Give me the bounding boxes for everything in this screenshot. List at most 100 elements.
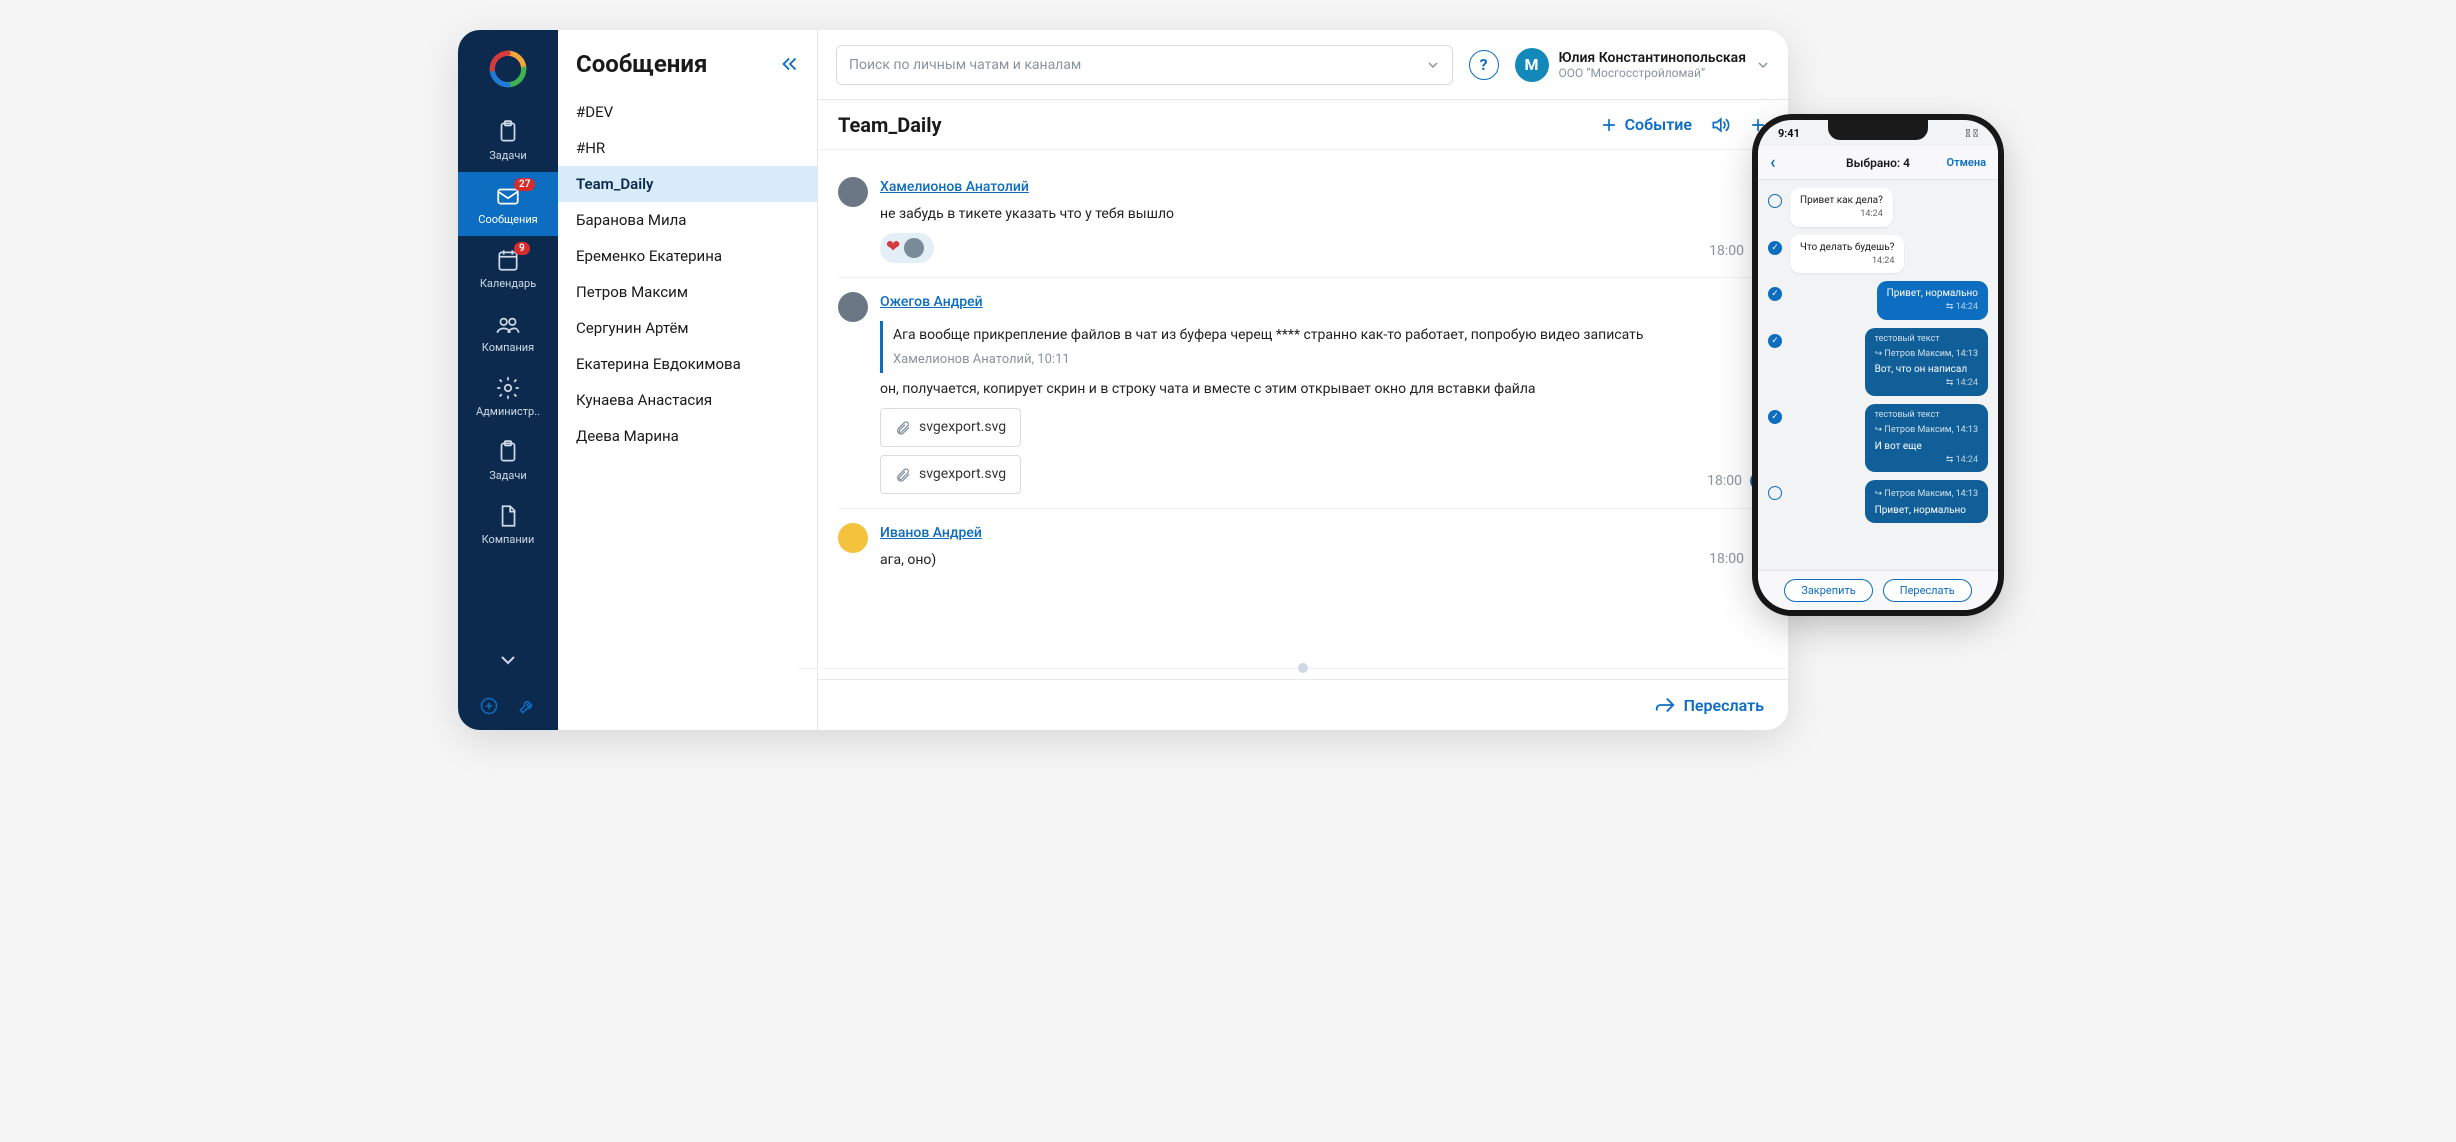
avatar: [838, 292, 868, 322]
phone-message-list: Привет как дела?14:24 Что делать будешь?1…: [1758, 180, 1998, 570]
nav-companies[interactable]: Компании: [458, 492, 558, 556]
people-icon: [495, 311, 521, 337]
search-input[interactable]: Поиск по личным чатам и каналам: [836, 45, 1453, 85]
quoted-message: Ага вообще прикрепление файлов в чат из …: [880, 321, 1695, 374]
select-toggle[interactable]: [1768, 410, 1782, 424]
phone-bubble[interactable]: Привет как дела?14:24: [1790, 188, 1893, 227]
message-list: Хамелионов Анатолий не забудь в тикете ук…: [818, 150, 1788, 658]
message-body: Ожегов Андрей Ага вообще прикрепление фай…: [880, 292, 1695, 495]
add-icon[interactable]: [479, 696, 499, 716]
phone-message-row: тестовый текст↪ Петров Максим, 14:13Вот,…: [1768, 328, 1988, 396]
nav-calendar[interactable]: 9 Календарь: [458, 236, 558, 300]
document-icon: [495, 503, 521, 529]
message-author[interactable]: Хамелионов Анатолий: [880, 179, 1029, 195]
nav-admin[interactable]: Администр..: [458, 364, 558, 428]
phone-message-row: тестовый текст↪ Петров Максим, 14:13И во…: [1768, 404, 1988, 472]
nav-label: Компании: [482, 533, 535, 546]
channel-item[interactable]: Team_Daily: [558, 166, 817, 202]
top-bar: Поиск по личным чатам и каналам ? М Юлия…: [818, 30, 1788, 100]
select-toggle[interactable]: [1768, 287, 1782, 301]
message-text: он, получается, копирует скрин и в строк…: [880, 379, 1695, 400]
chat-title: Team_Daily: [838, 113, 942, 137]
phone-preview: 9:41 􀙇 􀛨 ‹ Выбрано: 4 Отмена Привет как …: [1758, 120, 1998, 610]
message-text: не забудь в тикете указать что у тебя вы…: [880, 204, 1697, 225]
avatar: [838, 523, 868, 553]
attachment[interactable]: svgexport.svg: [880, 455, 1021, 494]
forward-label: Переслать: [1684, 696, 1764, 715]
phone-message-row: Что делать будешь?14:24: [1768, 235, 1988, 274]
chevron-double-left-icon: [779, 53, 801, 75]
channel-item[interactable]: Екатерина Евдокимова: [558, 346, 817, 382]
phone-bubble[interactable]: Привет, нормально⇆ 14:24: [1877, 281, 1988, 320]
channel-item[interactable]: #HR: [558, 130, 817, 166]
app-logo-icon: [487, 48, 529, 90]
user-org: ООО “Мосгосстройломай”: [1559, 66, 1746, 80]
select-toggle[interactable]: [1768, 334, 1782, 348]
nav-label: Компания: [482, 341, 534, 354]
clipboard-icon: [495, 119, 521, 145]
nav-tasks-2[interactable]: Задачи: [458, 428, 558, 492]
forward-button[interactable]: Переслать: [1883, 579, 1972, 602]
message-author[interactable]: Ожегов Андрей: [880, 294, 983, 310]
user-menu[interactable]: М Юлия Константинопольская ООО “Мосгосст…: [1515, 48, 1770, 82]
chevron-down-icon: [500, 655, 516, 665]
collapse-panel-button[interactable]: [779, 53, 801, 75]
help-button[interactable]: ?: [1469, 50, 1499, 80]
phone-message-row: Привет, нормально⇆ 14:24: [1768, 281, 1988, 320]
wrench-icon[interactable]: [517, 696, 537, 716]
phone-clock: 9:41: [1778, 127, 1800, 140]
main-panel: Поиск по личным чатам и каналам ? М Юлия…: [818, 30, 1788, 730]
phone-footer: Закрепить Переслать: [1758, 570, 1998, 610]
share-icon: [1654, 694, 1676, 716]
badge: 9: [514, 242, 530, 255]
event-label: Событие: [1625, 115, 1692, 134]
reaction-pill[interactable]: ❤: [880, 233, 934, 263]
message-author[interactable]: Иванов Андрей: [880, 525, 982, 541]
cancel-button[interactable]: Отмена: [1946, 156, 1986, 169]
message: Хамелионов Анатолий не забудь в тикете ук…: [838, 162, 1768, 277]
rail-expand-toggle[interactable]: [500, 641, 516, 682]
channel-item[interactable]: Петров Максим: [558, 274, 817, 310]
nav-label: Задачи: [489, 469, 526, 482]
create-event-button[interactable]: Событие: [1599, 115, 1692, 135]
channel-item[interactable]: #DEV: [558, 94, 817, 130]
nav-label: Сообщения: [478, 213, 537, 226]
avatar: М: [1515, 48, 1549, 82]
phone-message-row: ↪ Петров Максим, 14:13Привет, нормально: [1768, 480, 1988, 523]
user-name: Юлия Константинопольская: [1559, 50, 1746, 66]
select-toggle[interactable]: [1768, 194, 1782, 208]
phone-bubble[interactable]: тестовый текст↪ Петров Максим, 14:13И во…: [1865, 404, 1988, 472]
channels-title: Сообщения: [576, 50, 707, 78]
badge: 27: [514, 178, 535, 191]
attachment[interactable]: svgexport.svg: [880, 408, 1021, 447]
select-toggle[interactable]: [1768, 486, 1782, 500]
paperclip-icon: [895, 420, 911, 436]
select-toggle[interactable]: [1768, 241, 1782, 255]
paperclip-icon: [895, 467, 911, 483]
channel-item[interactable]: Еременко Екатерина: [558, 238, 817, 274]
back-button[interactable]: ‹: [1770, 152, 1776, 173]
phone-bubble[interactable]: тестовый текст↪ Петров Максим, 14:13Вот,…: [1865, 328, 1988, 396]
message-body: Хамелионов Анатолий не забудь в тикете ук…: [880, 177, 1697, 263]
forward-button[interactable]: Переслать: [818, 679, 1788, 730]
phone-bubble[interactable]: Что делать будешь?14:24: [1790, 235, 1904, 274]
plus-icon: [1599, 115, 1619, 135]
nav-label: Задачи: [489, 149, 526, 162]
nav-company[interactable]: Компания: [458, 300, 558, 364]
channel-item[interactable]: Сергунин Артём: [558, 310, 817, 346]
sound-button[interactable]: [1710, 115, 1730, 135]
signal-icon: 􀙇 􀛨: [1966, 127, 1979, 140]
channel-item[interactable]: Кунаева Анастасия: [558, 382, 817, 418]
thread-divider: [798, 668, 1788, 669]
app-window: Задачи 27 Сообщения 9 Календарь Компания…: [458, 30, 1788, 730]
pin-button[interactable]: Закрепить: [1784, 579, 1872, 602]
channel-item[interactable]: Деева Марина: [558, 418, 817, 454]
search-placeholder: Поиск по личным чатам и каналам: [849, 57, 1081, 73]
nav-tasks[interactable]: Задачи: [458, 108, 558, 172]
avatar: [838, 177, 868, 207]
channel-item[interactable]: Баранова Мила: [558, 202, 817, 238]
nav-messages[interactable]: 27 Сообщения: [458, 172, 558, 236]
message: Ожегов Андрей Ага вообще прикрепление фай…: [838, 277, 1768, 509]
chevron-down-icon: [1756, 58, 1770, 72]
phone-bubble[interactable]: ↪ Петров Максим, 14:13Привет, нормально: [1865, 480, 1988, 523]
